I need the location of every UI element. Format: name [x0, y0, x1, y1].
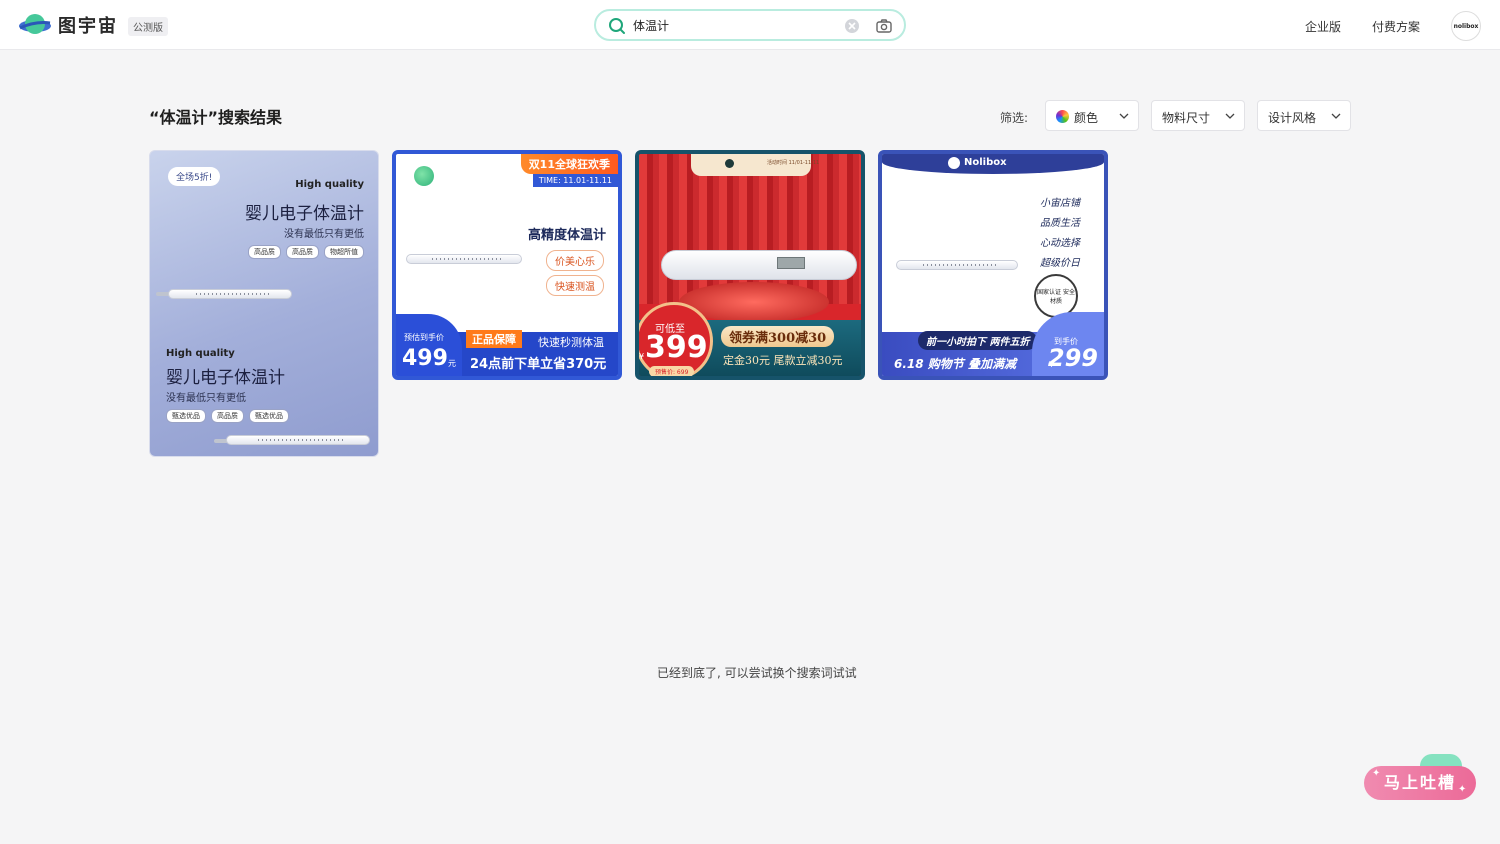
search-input[interactable]	[633, 16, 833, 34]
chevron-down-icon	[1225, 113, 1235, 119]
slogan-line: 品质生活	[1040, 218, 1080, 229]
slogan-line: 超级价日	[1040, 258, 1080, 269]
promo-tag: 前一小时拍下 两件五折	[918, 331, 1038, 350]
event-ribbon: 双11全球狂欢季	[520, 154, 618, 174]
price-badge: 预估到手价 499 元	[396, 314, 462, 376]
user-avatar[interactable]: nolibox	[1451, 11, 1481, 41]
tag: 高品质	[286, 245, 319, 259]
thermometer-image	[168, 289, 292, 299]
price-value: 299	[1047, 344, 1098, 372]
thermometer-screen	[777, 257, 805, 269]
sparkle-icon: ✦	[1458, 784, 1467, 795]
tag: 甄选优品	[249, 409, 289, 423]
end-of-results-text: 已经到底了, 可以尝试换个搜索词试试	[657, 666, 857, 680]
sparkle-icon: ✦	[1372, 768, 1381, 779]
digital-thermometer-image	[661, 250, 857, 280]
filter-label-size: 物料尺寸	[1162, 111, 1211, 125]
event-text: 6.18 购物节 叠加满减	[894, 357, 1016, 371]
nav-enterprise-link[interactable]: 企业版	[1305, 18, 1341, 35]
event-time: TIME: 11.01-11.11	[532, 174, 618, 187]
feature-chip: 快速测温	[546, 275, 604, 296]
feedback-label: 马上吐槽	[1383, 773, 1456, 792]
discount-pill: 全场5折!	[168, 167, 221, 186]
certification-text: 国家认证 安全材质	[1037, 289, 1075, 305]
price-unit: 元	[448, 359, 456, 368]
brand-logo-icon	[948, 157, 960, 169]
result-card-1[interactable]: 全场5折! High quality 婴儿电子体温计 没有最低只有更低 高品质 …	[149, 150, 379, 457]
guarantee-badge: 正品保障	[466, 330, 522, 348]
color-filter-dropdown[interactable]: 颜色	[1045, 100, 1139, 131]
presale-price: 预售价: 699	[649, 366, 695, 376]
slogan-line: 小宙店铺	[1040, 198, 1080, 209]
tag-list: 高品质 高品质 物超所值	[248, 245, 364, 259]
planet-logo-icon	[19, 14, 51, 34]
logo[interactable]: 图宇宙	[18, 11, 118, 39]
price-label: 预估到手价	[404, 333, 444, 342]
feature-text: 快速秒测体温	[538, 336, 604, 349]
chevron-down-icon	[1119, 113, 1129, 119]
filter-label-style: 设计风格	[1268, 111, 1317, 125]
result-card-4[interactable]: Nolibox 小宙店铺 品质生活 心动选择 超级价日 国家认证 安全材质 前一…	[878, 150, 1108, 380]
card-title: 高精度体温计	[527, 228, 606, 243]
slogan-line: 心动选择	[1040, 238, 1080, 249]
filter-label-color: 颜色	[1074, 111, 1099, 125]
tag: 高品质	[248, 245, 281, 259]
coupon-text: 领券满300减30	[721, 326, 835, 347]
card-title: 婴儿电子体温计	[166, 368, 285, 388]
nav-pricing-link[interactable]: 付费方案	[1372, 18, 1420, 35]
thermometer-image	[896, 260, 1018, 270]
results-title: “体温计”搜索结果	[149, 108, 283, 127]
size-filter-dropdown[interactable]: 物料尺寸	[1151, 100, 1245, 131]
search-bar[interactable]	[594, 9, 906, 41]
event-time: 活动时间 11/01-11/11	[767, 160, 820, 166]
brand-logo-icon	[414, 166, 434, 186]
chevron-down-icon	[1331, 113, 1341, 119]
price-value: 399	[645, 330, 708, 365]
beta-badge: 公测版	[128, 17, 168, 36]
card-title: 婴儿电子体温计	[245, 204, 364, 224]
brand-logo-icon	[725, 159, 734, 168]
card-tagline: High quality	[295, 179, 364, 190]
tag-list: 甄选优品 高品质 甄选优品	[166, 409, 289, 423]
filter-label: 筛选:	[1000, 111, 1029, 125]
clear-search-icon[interactable]	[844, 18, 860, 34]
logo-text: 图宇宙	[58, 16, 118, 37]
brand-name: Nolibox	[964, 157, 1007, 168]
result-card-3[interactable]: 活动时间 11/01-11/11 可低至 ¥ 399 预售价: 699 领券满3…	[635, 150, 865, 380]
avatar-text: nolibox	[1453, 22, 1479, 30]
camera-icon[interactable]	[875, 17, 893, 35]
card-subtitle: 没有最低只有更低	[284, 229, 364, 240]
deposit-text: 定金30元 尾款立减30元	[723, 354, 843, 367]
feature-chip: 价美心乐	[546, 250, 604, 271]
price-value: 499	[402, 346, 448, 371]
thermometer-image	[406, 254, 522, 264]
tag: 甄选优品	[166, 409, 206, 423]
color-wheel-icon	[1056, 110, 1069, 123]
tag: 物超所值	[324, 245, 364, 259]
savings-text: 24点前下单立省370元	[470, 357, 607, 372]
top-navigation-bar: 图宇宙 公测版 企业版 付费方案 nolibox	[0, 0, 1500, 50]
card-tagline: High quality	[166, 348, 235, 359]
result-card-2[interactable]: 双11全球狂欢季 TIME: 11.01-11.11 高精度体温计 价美心乐 快…	[392, 150, 622, 380]
card-subtitle: 没有最低只有更低	[166, 393, 246, 404]
thermometer-image	[226, 435, 370, 445]
style-filter-dropdown[interactable]: 设计风格	[1257, 100, 1351, 131]
search-icon[interactable]	[608, 17, 626, 35]
tag: 高品质	[211, 409, 244, 423]
currency-symbol: ¥	[639, 352, 645, 361]
